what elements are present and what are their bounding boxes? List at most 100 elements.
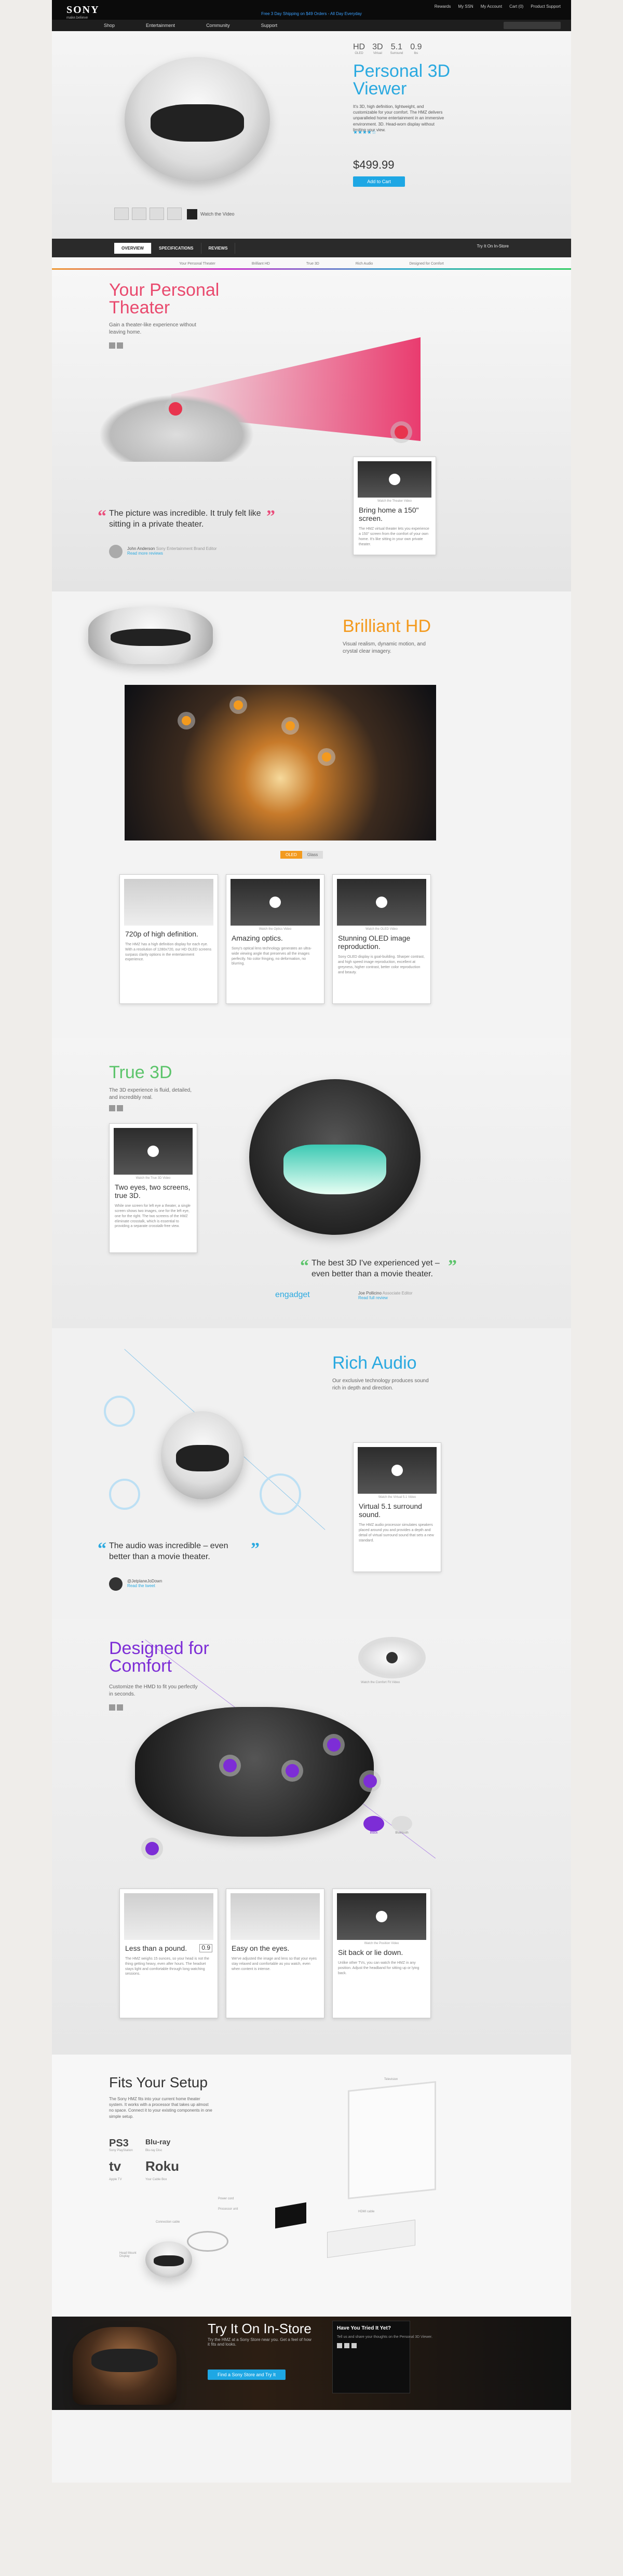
utility-link[interactable]: My SSN [458,4,473,9]
card-caption[interactable]: Watch the Position Video [333,1942,430,1945]
prev-arrow-icon[interactable] [109,1704,115,1711]
tab-reviews[interactable]: REVIEWS [201,243,236,254]
subnav-item[interactable]: Your Personal Theater [179,262,215,266]
swatch-bluetooth[interactable]: Bluetooth [391,1816,412,1835]
toggle-oled[interactable]: OLED [280,851,302,859]
card-caption[interactable]: Watch the Theater Video [354,500,436,503]
card-caption[interactable]: Watch the Optics Video [226,928,324,931]
email-icon[interactable] [351,2343,357,2348]
hotspot[interactable] [395,425,408,439]
card-caption[interactable]: Watch the True 3D Video [110,1177,197,1180]
hotspot[interactable] [145,1842,159,1855]
author-link[interactable]: Read the tweet [127,1583,231,1588]
price: $499.99 [353,158,395,171]
comfort-video-thumbnail[interactable] [361,1640,423,1676]
thumbnail[interactable] [132,208,146,220]
video-thumbnail[interactable] [231,879,320,926]
hotspot[interactable] [286,721,295,731]
prev-arrow-icon[interactable] [109,1105,115,1111]
product-description: It's 3D, high definition, lightweight, a… [353,104,444,132]
feature-card: 720p of high definition. The HMZ has a h… [119,874,218,1004]
section-title: Rich Audio [332,1353,417,1373]
hotspot[interactable] [286,1764,299,1778]
promo-banner[interactable]: Free 3 Day Shipping on $49 Orders - All … [52,11,571,16]
twitter-icon[interactable] [344,2343,349,2348]
console-image [327,2220,415,2258]
thumbnail[interactable] [150,208,164,220]
thumbnail-strip [114,208,182,220]
try-in-store-link[interactable]: Try It On In-Store [477,244,509,249]
thumbnail[interactable] [114,208,129,220]
feature-card: Watch the Theater Video Bring home a 150… [353,457,436,555]
swatch-black[interactable]: Black [363,1816,384,1835]
nav-community[interactable]: Community [206,23,230,28]
page-footer-space [52,2410,571,2483]
card-caption[interactable]: Watch the OLED Video [333,928,430,931]
next-arrow-icon[interactable] [117,1105,123,1111]
diagram-label: HDMI cable [358,2210,375,2213]
facebook-icon[interactable] [337,2343,342,2348]
thumbnail[interactable] [167,208,182,220]
nav-entertainment[interactable]: Entertainment [146,23,175,28]
utility-link[interactable]: My Account [481,4,502,9]
nav-support[interactable]: Support [261,23,278,28]
section-comfort: Designed for Comfort Customize the HMD t… [52,1619,571,2055]
subnav-item[interactable]: Rich Audio [356,262,373,266]
slide-arrows [109,342,123,349]
hmd-audio-image [161,1411,244,1499]
section-description: Our exclusive technology produces sound … [332,1378,429,1391]
hotspot[interactable] [223,1759,237,1772]
hotspot[interactable] [234,700,243,710]
nav-shop[interactable]: Shop [104,23,115,28]
subnav-item[interactable]: Brilliant HD [252,262,270,266]
spec-weight: 0.9 lbs [410,43,422,55]
video-thumbnail[interactable] [337,1893,426,1940]
rating-stars[interactable]: ★★★★☆ [353,130,376,135]
hotspot[interactable] [322,752,331,762]
card-title: Virtual 5.1 surround sound. [359,1502,422,1519]
card-title: Stunning OLED image reproduction. [338,934,411,951]
tab-overview[interactable]: OVERVIEW [114,243,152,254]
hmd-comfort-image [135,1707,374,1837]
section-title: Fits Your Setup [109,2074,208,2090]
section-theater: Your Personal Theater Gain a theater-lik… [52,270,571,591]
cart-link[interactable]: Cart (0) [509,4,523,9]
apple-tv-logo: tv [109,2158,121,2174]
utility-link[interactable]: Product Support [531,4,561,9]
spec-surround: 5.1 Surround [390,43,403,55]
card-caption[interactable]: Watch the Virtual 5.1 Video [354,1496,441,1499]
weight-badge: 0.9 [199,1944,212,1952]
video-thumbnail[interactable] [358,461,431,498]
video-thumbnail[interactable] [114,1128,193,1175]
hotspot[interactable] [363,1774,377,1788]
find-store-button[interactable]: Find a Sony Store and Try It [208,2370,286,2380]
play-icon [376,897,387,908]
social-body: Tell us and share your thoughts on the P… [337,2335,432,2339]
author: @JetplaneJoDown Read the tweet [127,1579,231,1588]
hotspot[interactable] [182,716,191,725]
add-to-cart-button[interactable]: Add to Cart [353,176,405,187]
card-caption[interactable]: Watch the Comfort Fit Video [361,1681,400,1684]
close-quote-icon: ” [251,1539,260,1559]
next-arrow-icon[interactable] [117,342,123,349]
author-link[interactable]: Read full review [358,1296,452,1300]
sound-wave-right [260,1473,301,1515]
search-input[interactable] [504,22,561,29]
hotspot[interactable] [327,1738,341,1752]
utility-link[interactable]: Rewards [435,4,451,9]
watch-video-link[interactable]: Watch the Video [187,209,235,219]
toggle-glass[interactable]: Glass [302,851,323,859]
hotspot[interactable] [169,402,182,416]
card-body: The HMZ audio processor simulates speake… [359,1523,434,1542]
feature-card: Watch the True 3D Video Two eyes, two sc… [109,1123,197,1253]
subnav-item[interactable]: True 3D [306,262,319,266]
video-thumbnail[interactable] [337,879,426,926]
subnav-item[interactable]: Designed for Comfort [409,262,444,266]
tab-specifications[interactable]: SPECIFICATIONS [152,243,201,254]
feature-card: Watch the Optics Video Amazing optics. S… [226,874,324,1004]
prev-arrow-icon[interactable] [109,342,115,349]
video-thumbnail[interactable] [358,1447,437,1494]
next-arrow-icon[interactable] [117,1704,123,1711]
cable-coil [187,2231,228,2252]
author-link[interactable]: Read more reviews [127,551,241,556]
